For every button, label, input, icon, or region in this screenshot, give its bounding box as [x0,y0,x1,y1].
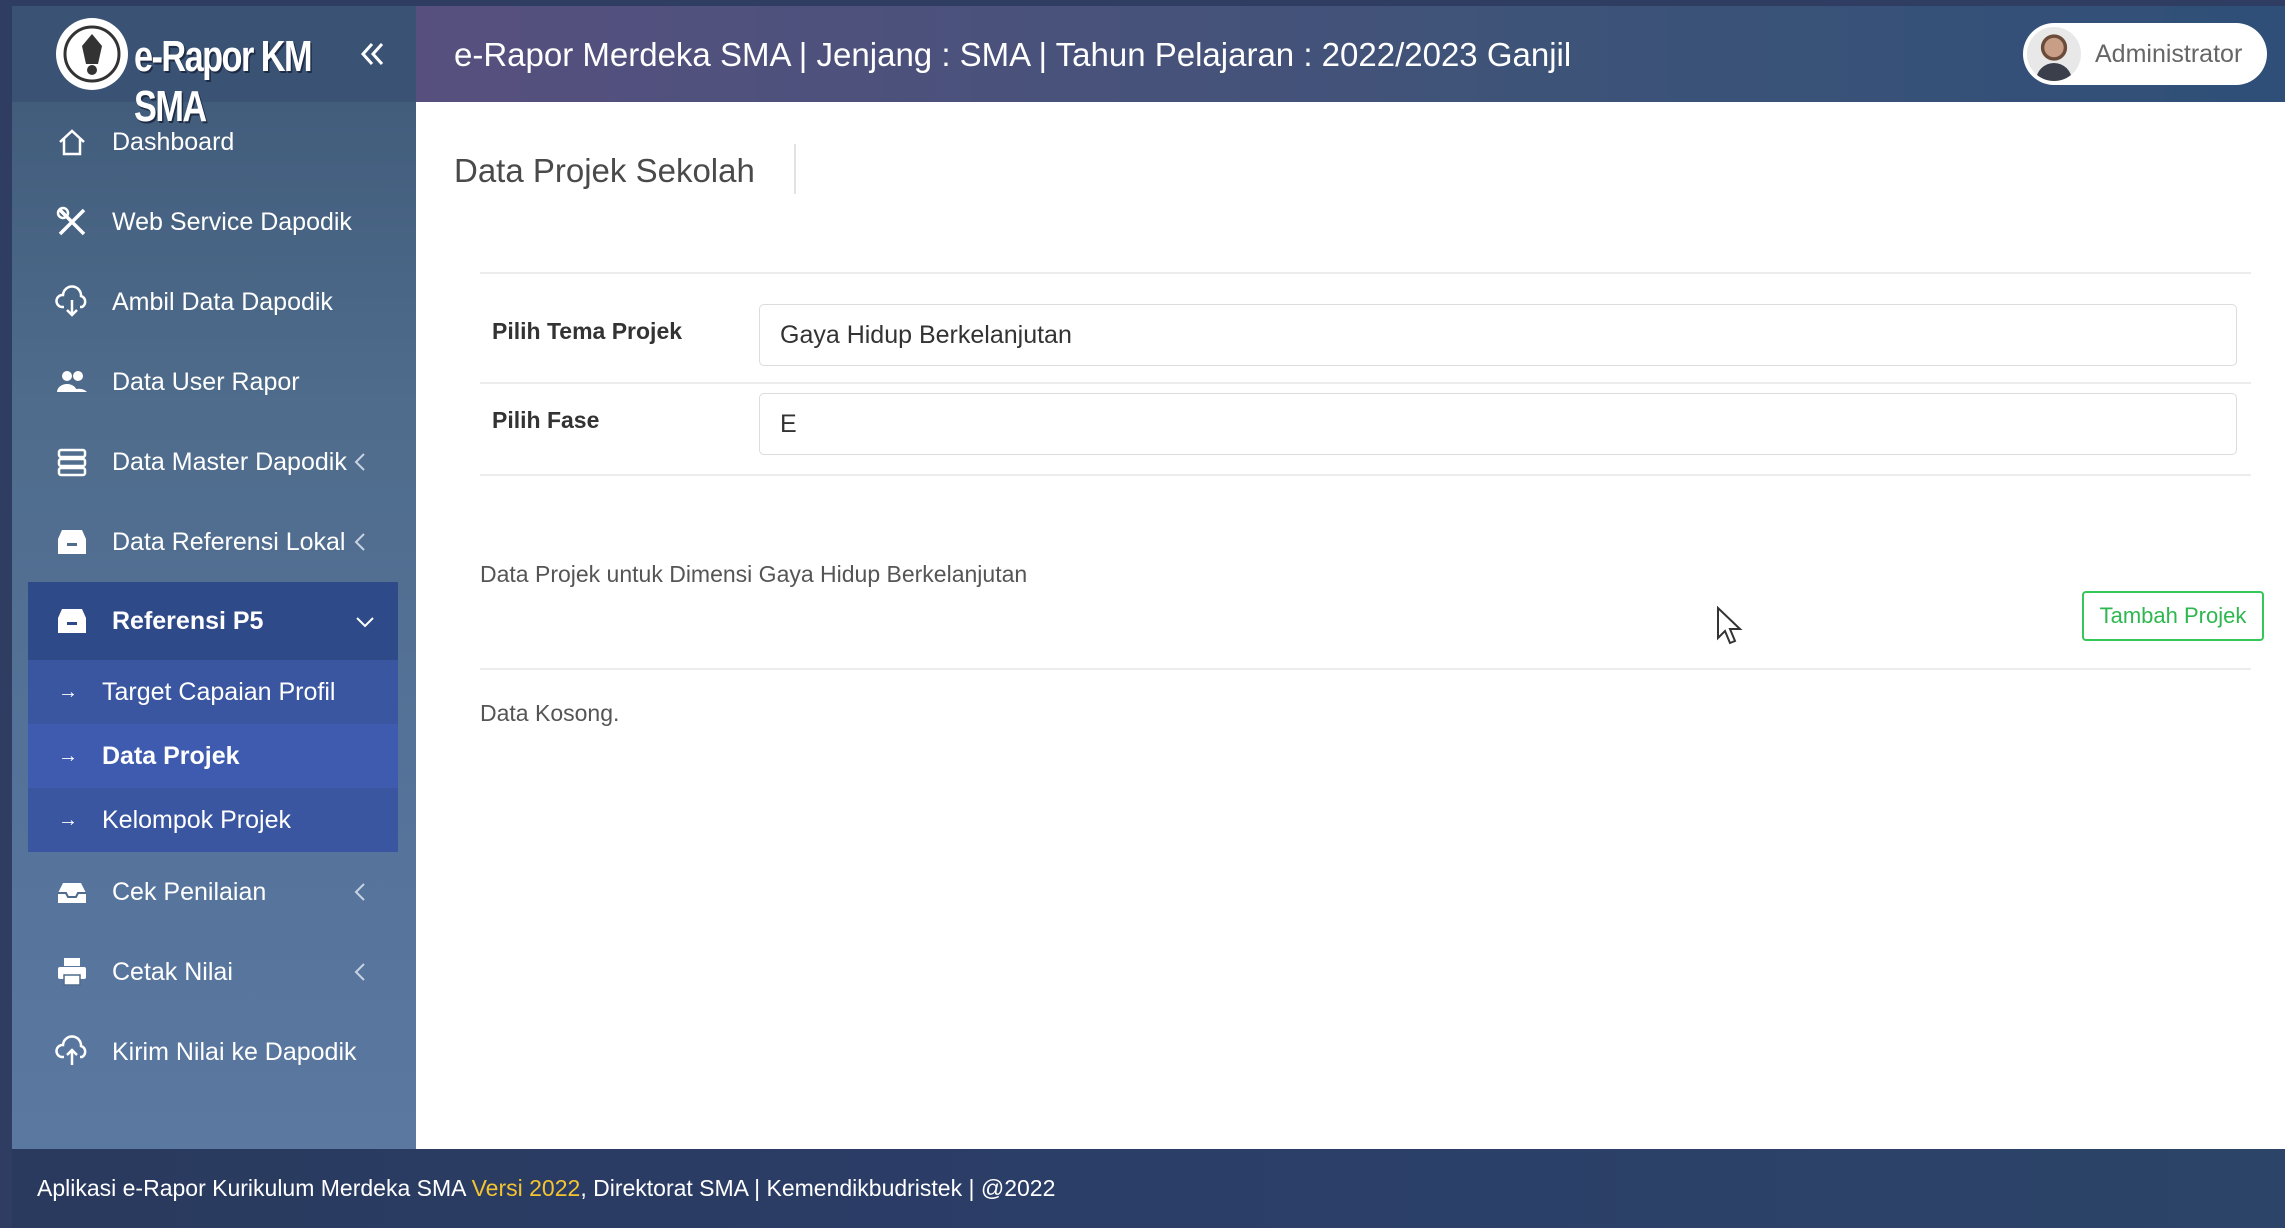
sidebar-item-data-referensi-lokal[interactable]: Data Referensi Lokal [12,502,416,582]
header-title: e-Rapor Merdeka SMA | Jenjang : SMA | Ta… [454,36,1572,73]
mouse-cursor-icon [1717,606,1743,645]
footer-text: Aplikasi e-Rapor Kurikulum Merdeka SMA [37,1175,472,1201]
app-window: e-Rapor KM SMA Dashboard Web Service Dap… [12,6,2285,1228]
home-icon [52,122,92,162]
arrow-right-icon: → [58,808,78,831]
sidebar-item-dashboard[interactable]: Dashboard [12,102,416,182]
fase-label: Pilih Fase [492,407,600,433]
database-icon [52,442,92,482]
sidebar-nav: Dashboard Web Service Dapodik Ambil Data… [12,102,416,1092]
sidebar-item-label: Data Master Dapodik [112,447,347,476]
tambah-projek-button[interactable]: Tambah Projek [2082,591,2264,641]
sidebar-item-kirim-nilai-ke-dapodik[interactable]: Kirim Nilai ke Dapodik [12,1012,416,1092]
sidebar-item-cek-penilaian[interactable]: Cek Penilaian [12,852,416,932]
cloud-upload-icon [52,1032,92,1072]
sidebar-item-label: Referensi P5 [112,606,264,635]
sidebar-subitem-label: Data Projek [102,741,240,770]
divider [480,382,2251,384]
section-title: Data Projek untuk Dimensi Gaya Hidup Ber… [480,561,1028,587]
brand: e-Rapor KM SMA [12,6,416,131]
sidebar-item-label: Data User Rapor [112,367,300,396]
tema-projek-label: Pilih Tema Projek [492,318,683,344]
arrow-right-icon: → [58,744,78,767]
divider [480,668,2251,670]
footer-version: Versi 2022 [471,1175,581,1201]
collapse-sidebar-button[interactable] [352,34,392,74]
user-name: Administrator [2095,39,2243,68]
divider [480,474,2251,476]
sidebar-item-data-user-rapor[interactable]: Data User Rapor [12,342,416,422]
empty-state-text: Data Kosong. [480,700,620,726]
sidebar-subitem-target-capaian-profil[interactable]: → Target Capaian Profil [28,660,398,724]
sidebar-subitem-data-projek[interactable]: → Data Projek [28,724,398,788]
printer-icon [52,952,92,992]
footer: Aplikasi e-Rapor Kurikulum Merdeka SMA V… [12,1149,2285,1228]
tools-icon [52,202,92,242]
chevron-left-icon [354,533,365,551]
sidebar-subitem-label: Target Capaian Profil [102,677,336,706]
chevron-left-icon [354,453,365,471]
sidebar-item-label: Web Service Dapodik [112,207,352,236]
sidebar-item-data-master-dapodik[interactable]: Data Master Dapodik [12,422,416,502]
sidebar-item-ambil-data-dapodik[interactable]: Ambil Data Dapodik [12,262,416,342]
sidebar-subitem-kelompok-projek[interactable]: → Kelompok Projek [28,788,398,852]
inbox-icon [52,872,92,912]
tema-projek-select[interactable]: Gaya Hidup Berkelanjutan [759,304,2237,366]
sidebar-item-label: Kirim Nilai ke Dapodik [112,1037,357,1066]
sidebar-subitem-label: Kelompok Projek [102,805,291,834]
top-bar: e-Rapor Merdeka SMA | Jenjang : SMA | Ta… [416,6,2285,102]
main-content: Data Projek Sekolah Pilih Tema Projek Ga… [416,102,2285,1149]
chevron-down-icon [356,617,374,628]
sidebar-item-web-service-dapodik[interactable]: Web Service Dapodik [12,182,416,262]
chevron-left-icon [354,883,365,901]
page-title: Data Projek Sekolah [454,152,755,189]
footer-text-after: , Direktorat SMA | Kemendikbudristek | @… [580,1175,1056,1201]
avatar [2027,27,2081,81]
user-menu-button[interactable]: Administrator [2023,23,2267,85]
double-chevron-left-icon [360,42,384,66]
sidebar-item-label: Cetak Nilai [112,957,233,986]
users-icon [52,362,92,402]
chevron-left-icon [354,963,365,981]
cloud-download-icon [52,282,92,322]
fase-select[interactable]: E [759,393,2237,455]
title-divider [794,144,796,194]
sidebar-item-referensi-p5[interactable]: Referensi P5 [28,582,398,660]
logo-icon [56,18,128,90]
sidebar-item-label: Data Referensi Lokal [112,527,346,556]
sidebar-item-label: Dashboard [112,127,235,156]
archive-icon [52,522,92,562]
sidebar-item-cetak-nilai[interactable]: Cetak Nilai [12,932,416,1012]
sidebar-group-referensi-p5: Referensi P5 → Target Capaian Profil → D… [28,582,398,852]
sidebar-item-label: Ambil Data Dapodik [112,287,333,316]
sidebar: e-Rapor KM SMA Dashboard Web Service Dap… [12,6,416,1149]
sidebar-item-label: Cek Penilaian [112,877,267,906]
arrow-right-icon: → [58,680,78,703]
divider [480,272,2251,274]
archive-icon [52,601,92,641]
